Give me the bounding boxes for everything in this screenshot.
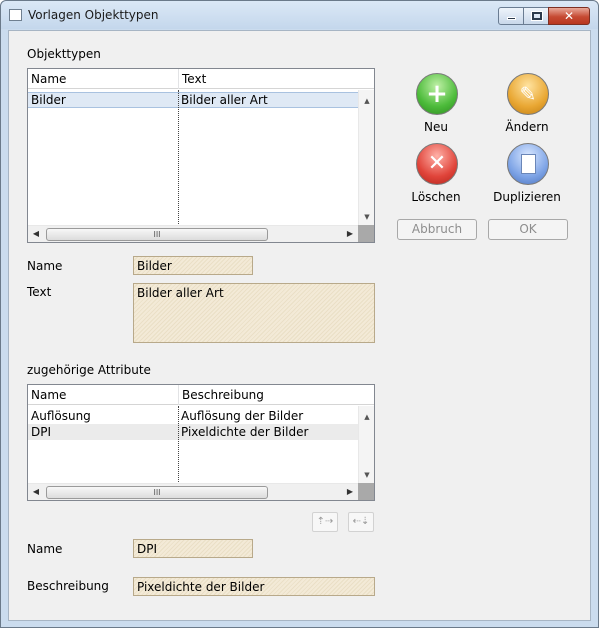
move-up-button[interactable]: ⇡⇢ xyxy=(312,512,338,532)
name-field[interactable]: Bilder xyxy=(133,256,253,275)
title-bar[interactable]: Vorlagen Objekttypen ✕ xyxy=(1,1,598,29)
objekttypen-label: Objekttypen xyxy=(27,47,101,61)
move-down-button[interactable]: ⇠⇣ xyxy=(348,512,374,532)
maximize-button[interactable] xyxy=(523,7,549,25)
add-button[interactable]: + xyxy=(416,73,458,115)
scrollbar-corner xyxy=(358,483,374,500)
table-row[interactable]: Auflösung Auflösung der Bilder xyxy=(28,408,358,424)
scroll-left-icon[interactable]: ◀ xyxy=(28,484,44,500)
scroll-up-icon[interactable]: ▲ xyxy=(359,410,375,424)
aendern-action[interactable]: ✎ Ändern xyxy=(487,73,567,137)
attribute-label: zugehörige Attribute xyxy=(27,363,151,377)
document-icon xyxy=(521,154,536,174)
arrow-up-icon: ⇡⇢ xyxy=(316,516,334,527)
neu-action[interactable]: + Neu xyxy=(396,73,476,137)
delete-button[interactable]: ✕ xyxy=(416,143,458,185)
column-header-text[interactable]: Text xyxy=(178,69,358,89)
column-header-name[interactable]: Name xyxy=(28,69,178,89)
duplizieren-label: Duplizieren xyxy=(493,190,561,204)
attr-name-label: Name xyxy=(27,542,63,556)
dialog-client-area: Objekttypen Name Text Bilder Bilder alle… xyxy=(8,30,591,621)
text-field[interactable]: Bilder aller Art xyxy=(133,283,375,343)
maximize-icon xyxy=(531,11,543,21)
text-label: Text xyxy=(27,285,52,299)
cell-name: DPI xyxy=(31,425,52,439)
table-row[interactable]: DPI Pixeldichte der Bilder xyxy=(28,424,358,440)
plus-icon: + xyxy=(426,79,448,109)
beschreibung-label: Beschreibung xyxy=(27,579,109,593)
scroll-right-icon[interactable]: ▶ xyxy=(342,226,358,242)
window-icon xyxy=(9,9,22,21)
scroll-thumb[interactable]: III xyxy=(46,228,268,241)
column-header-beschreibung[interactable]: Beschreibung xyxy=(178,385,358,405)
attr-name-field[interactable]: DPI xyxy=(133,539,253,558)
abbruch-button[interactable]: Abbruch xyxy=(397,219,477,240)
window-controls: ✕ xyxy=(498,7,590,25)
vertical-scrollbar[interactable]: ▲ ▼ xyxy=(358,406,374,484)
duplicate-button[interactable] xyxy=(507,143,549,185)
cell-beschreibung: Auflösung der Bilder xyxy=(181,409,304,423)
scroll-up-icon[interactable]: ▲ xyxy=(359,94,375,108)
scroll-right-icon[interactable]: ▶ xyxy=(342,484,358,500)
aendern-label: Ändern xyxy=(505,120,549,134)
horizontal-scrollbar[interactable]: ◀ III ▶ xyxy=(28,483,358,500)
beschreibung-field[interactable]: Pixeldichte der Bilder xyxy=(133,577,375,596)
duplizieren-action[interactable]: Duplizieren xyxy=(487,143,567,207)
horizontal-scrollbar[interactable]: ◀ III ▶ xyxy=(28,225,358,242)
cell-name: Bilder xyxy=(31,93,66,107)
column-header-name[interactable]: Name xyxy=(28,385,178,405)
pencil-icon: ✎ xyxy=(519,82,537,106)
cell-text: Bilder aller Art xyxy=(181,93,268,107)
column-divider xyxy=(178,406,179,482)
scroll-down-icon[interactable]: ▼ xyxy=(359,468,375,482)
loeschen-action[interactable]: ✕ Löschen xyxy=(396,143,476,207)
table-row[interactable]: Bilder Bilder aller Art xyxy=(28,92,358,108)
window-title: Vorlagen Objekttypen xyxy=(28,8,159,22)
loeschen-label: Löschen xyxy=(411,190,461,204)
attribute-header: Name Beschreibung xyxy=(28,385,374,405)
cell-name: Auflösung xyxy=(31,409,91,423)
scroll-down-icon[interactable]: ▼ xyxy=(359,210,375,224)
scroll-left-icon[interactable]: ◀ xyxy=(28,226,44,242)
scrollbar-corner xyxy=(358,225,374,242)
edit-button[interactable]: ✎ xyxy=(507,73,549,115)
ok-button[interactable]: OK xyxy=(488,219,568,240)
dialog-window: Vorlagen Objekttypen ✕ Objekttypen Name … xyxy=(0,0,599,628)
objekttypen-header: Name Text xyxy=(28,69,374,89)
attribute-grid[interactable]: Name Beschreibung Auflösung Auflösung de… xyxy=(27,384,375,501)
close-button[interactable]: ✕ xyxy=(548,7,590,25)
objekttypen-grid[interactable]: Name Text Bilder Bilder aller Art ▲ ▼ ◀ … xyxy=(27,68,375,243)
minimize-button[interactable] xyxy=(498,7,524,25)
minimize-icon xyxy=(507,17,516,20)
cell-beschreibung: Pixeldichte der Bilder xyxy=(181,425,309,439)
neu-label: Neu xyxy=(424,120,448,134)
name-label: Name xyxy=(27,259,63,273)
vertical-scrollbar[interactable]: ▲ ▼ xyxy=(358,90,374,226)
arrow-down-icon: ⇠⇣ xyxy=(352,516,370,527)
x-icon: ✕ xyxy=(427,151,447,176)
scroll-thumb[interactable]: III xyxy=(46,486,268,499)
column-divider xyxy=(178,90,179,224)
close-icon: ✕ xyxy=(563,9,575,23)
